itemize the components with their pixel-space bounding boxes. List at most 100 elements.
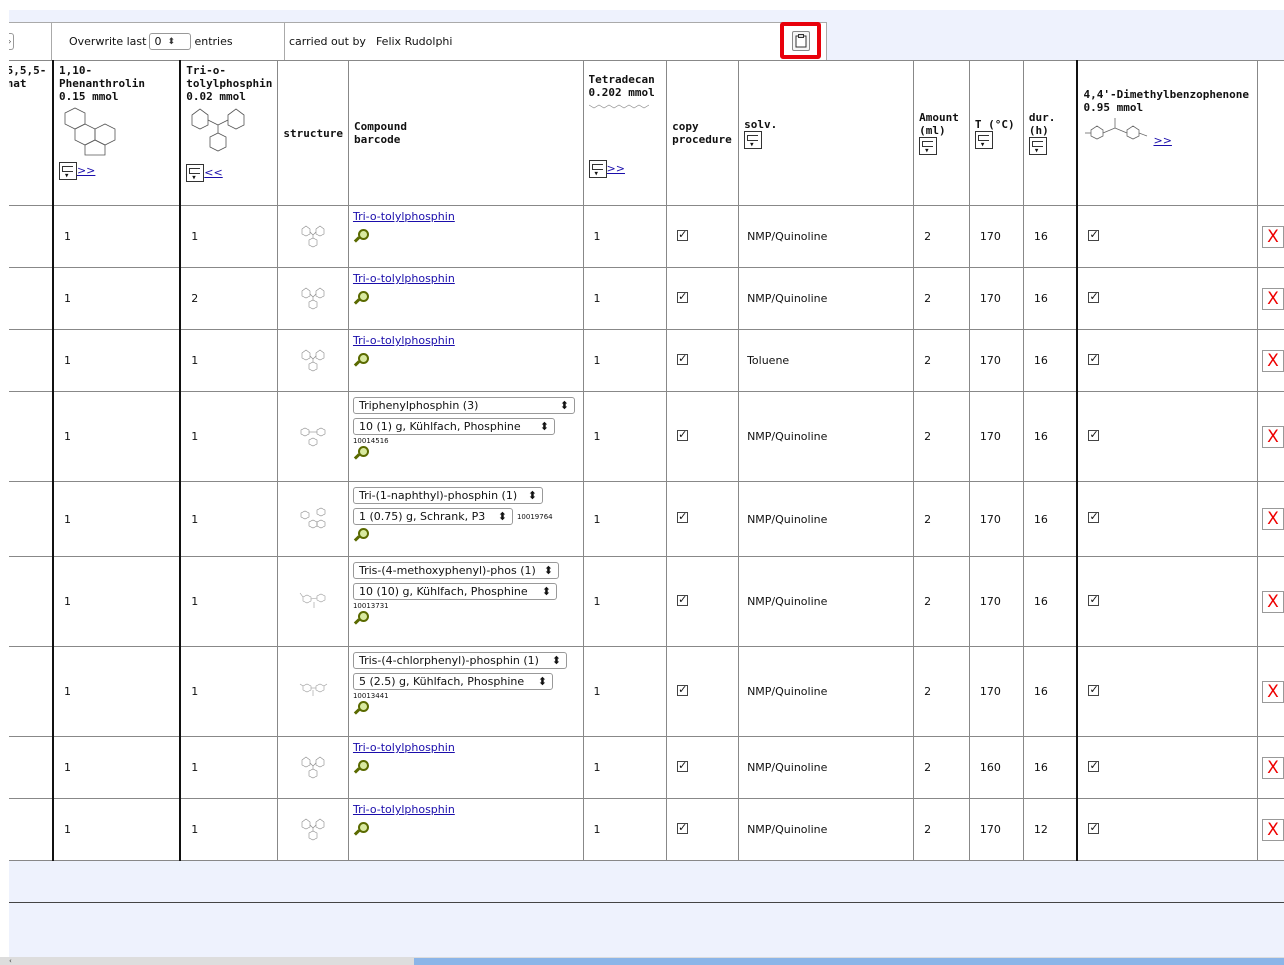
dimethylbenzophenone-header: 4,4'-Dimethylbenzophenone 0.95 mmol >>	[1076, 60, 1258, 206]
solvent-filter-button[interactable]	[744, 130, 763, 152]
structure-thumbnail-icon	[279, 754, 348, 782]
search-icon[interactable]	[353, 352, 369, 368]
duration-header-line2: (h)	[1028, 124, 1049, 137]
dimethylbenzophenone-expand-link[interactable]: >>	[1153, 134, 1171, 147]
search-icon[interactable]	[353, 445, 369, 461]
tritolyl-value: 1	[179, 391, 279, 482]
dmbp-checkbox[interactable]	[1088, 352, 1100, 365]
delete-row-button[interactable]: X	[1261, 818, 1284, 841]
temperature-value: 160	[968, 736, 1024, 799]
compound-select[interactable]: Triphenylphosphin (3) ⬍	[352, 397, 575, 414]
delete-row-button[interactable]: X	[1261, 287, 1284, 310]
copy-procedure-checkbox[interactable]	[677, 352, 689, 365]
delete-row-button[interactable]: X	[1261, 756, 1284, 779]
duration-value: 16	[1022, 646, 1078, 737]
dmbp-checkbox[interactable]	[1088, 821, 1100, 834]
search-icon[interactable]	[353, 610, 369, 626]
search-icon[interactable]	[353, 759, 369, 775]
phenanthrolin-value: 1	[51, 267, 181, 330]
tritolyl-collapse-link[interactable]: <<	[204, 166, 222, 179]
copy-procedure-checkbox[interactable]	[677, 683, 689, 696]
dmbp-checkbox[interactable]	[1088, 683, 1100, 696]
copy-procedure-checkbox[interactable]	[677, 759, 689, 772]
search-icon[interactable]	[353, 228, 369, 244]
paste-button[interactable]	[780, 22, 821, 59]
copy-procedure-cell	[666, 798, 740, 861]
temperature-value: 170	[968, 205, 1024, 268]
dmbp-checkbox[interactable]	[1088, 593, 1100, 606]
container-select[interactable]: 10 (1) g, Kühlfach, Phosphine ⬍	[352, 418, 555, 435]
delete-row-button[interactable]: X	[1261, 508, 1284, 530]
container-select[interactable]: 1 (0.75) g, Schrank, P3 ⬍	[352, 508, 513, 525]
amount-value: 2	[913, 556, 970, 647]
amount-value: 2	[913, 267, 970, 330]
delete-cell: X	[1256, 736, 1284, 799]
tetradecan-expand-link[interactable]: >>	[607, 162, 625, 175]
delete-cell: X	[1256, 481, 1284, 557]
structure-thumbnail-icon	[279, 678, 348, 706]
delete-row-button[interactable]: X	[1261, 680, 1284, 703]
compound-link[interactable]: Tri-o-tolylphosphin	[353, 210, 455, 223]
overwrite-count-select[interactable]: 0 ⬍	[149, 33, 192, 50]
compound-select[interactable]: Tris-(4-methoxyphenyl)-phos (1) ⬍	[352, 562, 559, 579]
compound-cell: Tri-o-tolylphosphin	[347, 205, 584, 268]
amount-header: Amount (ml)	[913, 60, 970, 206]
dmbp-checkbox[interactable]	[1088, 759, 1100, 772]
compound-select[interactable]: Tri-(1-naphthyl)-phosphin (1) ⬍	[352, 487, 543, 504]
amount-filter-button[interactable]	[919, 137, 938, 158]
container-select[interactable]: 5 (2.5) g, Kühlfach, Phosphine ⬍	[352, 673, 553, 690]
phenanthrolin-amount: 0.15 mmol	[58, 90, 119, 103]
search-icon[interactable]	[353, 700, 369, 716]
copy-procedure-checkbox[interactable]	[677, 593, 689, 606]
select-arrows-icon: ⬍	[541, 585, 551, 598]
amount-value: 2	[913, 391, 970, 482]
duration-filter-button[interactable]	[1028, 137, 1047, 158]
delete-row-button[interactable]: X	[1261, 349, 1284, 372]
compound-link[interactable]: Tri-o-tolylphosphin	[353, 741, 455, 754]
phenanthrolin-expand-link[interactable]: >>	[77, 164, 95, 177]
copy-procedure-checkbox[interactable]	[677, 510, 689, 523]
structure-thumbnail-icon	[279, 347, 348, 375]
horizontal-scrollbar-thumb[interactable]	[414, 958, 1284, 965]
temperature-header-label: T (°C)	[974, 117, 1015, 131]
container-select[interactable]: 10 (10) g, Kühlfach, Phosphine ⬍	[352, 583, 557, 600]
copy-procedure-checkbox[interactable]	[677, 228, 689, 241]
copy-procedure-checkbox[interactable]	[677, 821, 689, 834]
copy-procedure-checkbox[interactable]	[677, 290, 689, 303]
delete-row-button[interactable]: X	[1261, 590, 1284, 613]
copy-procedure-checkbox[interactable]	[677, 428, 689, 441]
search-icon[interactable]	[353, 821, 369, 837]
temperature-filter-button[interactable]	[974, 130, 993, 152]
phenanthrolin-value: 1	[51, 481, 181, 557]
compound-link[interactable]: Tri-o-tolylphosphin	[353, 803, 455, 816]
dmbp-checkbox[interactable]	[1088, 510, 1100, 523]
tetradecan-value: 1	[582, 391, 668, 482]
structure-header: structure	[277, 60, 349, 206]
compound-select[interactable]: Tris-(4-chlorphenyl)-phosphin (1) ⬍	[352, 652, 567, 669]
barcode-header-label: barcode	[353, 133, 401, 146]
tetradecan-filter-button[interactable]	[588, 160, 607, 181]
search-icon[interactable]	[353, 527, 369, 543]
search-icon[interactable]	[353, 290, 369, 306]
delete-cell: X	[1256, 646, 1284, 737]
dmbp-checkbox[interactable]	[1088, 290, 1100, 303]
scroll-left-icon[interactable]: ‹	[9, 957, 21, 965]
tetradecan-value: 1	[582, 556, 668, 647]
phenanthrolin-filter-button[interactable]	[58, 162, 77, 183]
left-edge	[0, 0, 9, 965]
dmbp-checkbox[interactable]	[1088, 428, 1100, 441]
dmbp-cell	[1076, 798, 1258, 861]
tritolyl-value: 1	[179, 481, 279, 557]
tritolyl-filter-button[interactable]	[186, 164, 205, 185]
delete-row-button[interactable]: X	[1261, 425, 1284, 448]
structure-thumbnail-icon	[279, 588, 348, 616]
dmbp-checkbox[interactable]	[1088, 228, 1100, 241]
tetradecan-value: 1	[582, 481, 668, 557]
duration-value: 16	[1022, 556, 1078, 647]
solvent-value: NMP/Quinoline	[738, 481, 915, 557]
structure-cell	[277, 736, 349, 799]
amount-value: 2	[913, 329, 970, 392]
compound-link[interactable]: Tri-o-tolylphosphin	[353, 272, 455, 285]
compound-link[interactable]: Tri-o-tolylphosphin	[353, 334, 455, 347]
delete-row-button[interactable]: X	[1261, 225, 1284, 248]
